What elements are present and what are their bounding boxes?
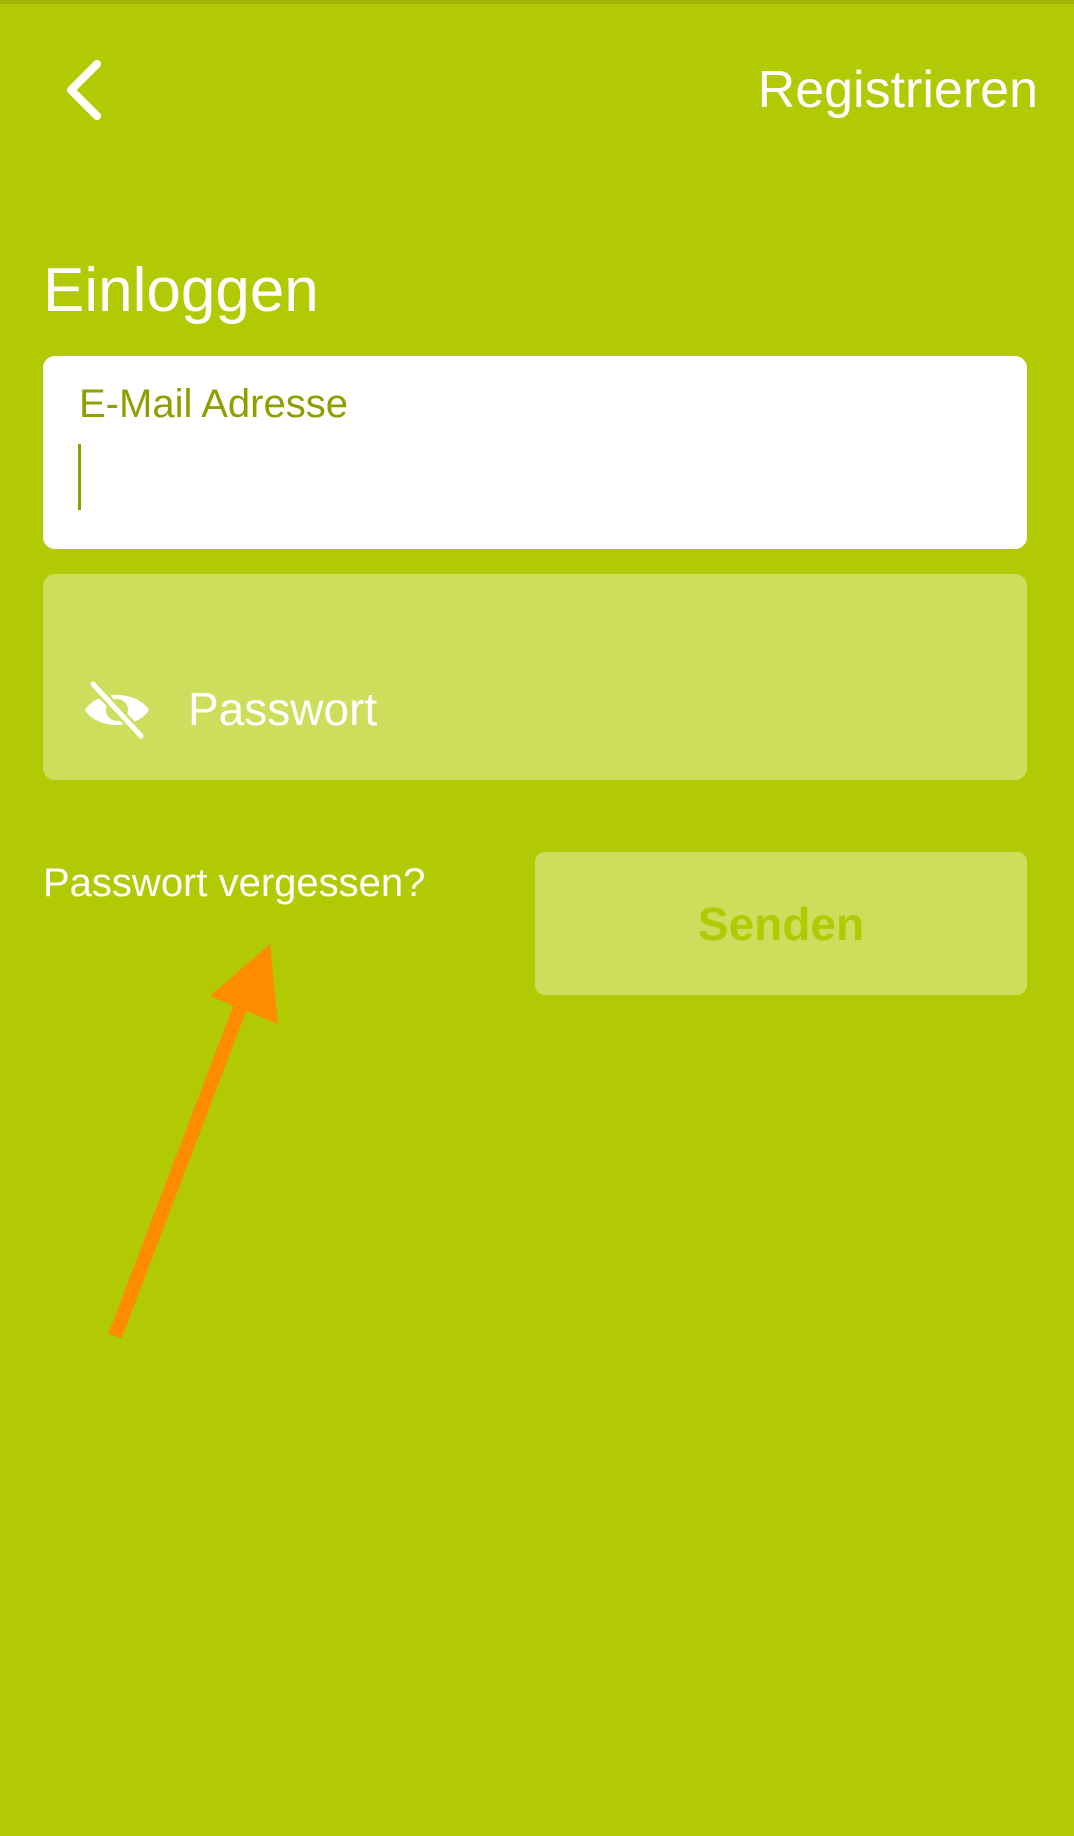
send-button[interactable]: Senden [535, 852, 1027, 995]
password-placeholder: Passwort [188, 683, 378, 735]
chevron-left-icon [67, 60, 101, 120]
text-cursor [78, 444, 81, 510]
email-field-label: E-Mail Adresse [79, 382, 348, 426]
register-link[interactable]: Registrieren [758, 58, 1038, 122]
annotation-arrow-head [210, 944, 278, 1024]
eye-off-icon[interactable] [81, 678, 153, 742]
annotation-arrow-shaft [108, 997, 250, 1339]
status-bar-divider [0, 0, 1074, 4]
back-button[interactable] [50, 50, 120, 130]
password-field[interactable]: Passwort [43, 574, 1027, 780]
email-field[interactable]: E-Mail Adresse [43, 356, 1027, 549]
page-title: Einloggen [43, 256, 319, 325]
forgot-password-link[interactable]: Passwort vergessen? [43, 859, 425, 907]
